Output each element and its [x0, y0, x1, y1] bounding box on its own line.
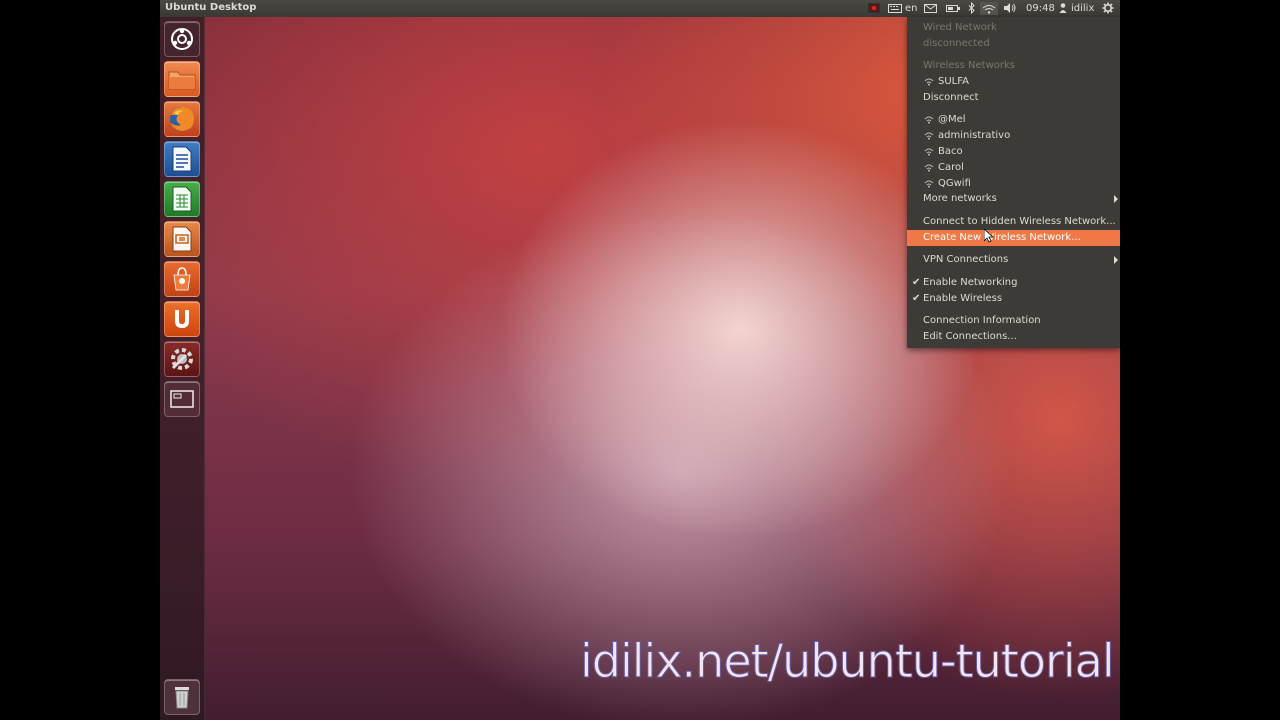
- bluetooth-icon[interactable]: [968, 2, 976, 15]
- volume-icon[interactable]: [1003, 2, 1016, 15]
- wifi-signal-icon: [924, 116, 934, 124]
- connect-hidden-network-item[interactable]: Connect to Hidden Wireless Network...: [907, 214, 1120, 230]
- dash-home-icon[interactable]: [164, 21, 200, 57]
- libreoffice-impress-icon[interactable]: [164, 221, 200, 257]
- ubuntu-one-icon[interactable]: [164, 301, 200, 337]
- more-networks-item[interactable]: More networks: [907, 191, 1120, 207]
- workspace-switcher-icon[interactable]: [164, 381, 200, 417]
- mail-icon[interactable]: [924, 2, 937, 15]
- wifi-signal-icon: [924, 132, 934, 140]
- vpn-connections-item[interactable]: VPN Connections: [907, 252, 1120, 268]
- keyboard-icon[interactable]: [888, 2, 902, 15]
- wireless-network-connected[interactable]: SULFA: [907, 74, 1120, 90]
- wireless-network-item[interactable]: administrativo: [907, 128, 1120, 144]
- keyboard-layout-indicator[interactable]: en: [905, 2, 918, 15]
- battery-icon[interactable]: [946, 2, 960, 15]
- libreoffice-calc-icon[interactable]: [164, 181, 200, 217]
- connection-information-item[interactable]: Connection Information: [907, 313, 1120, 329]
- disconnect-item[interactable]: Disconnect: [907, 90, 1120, 106]
- wifi-signal-icon: [924, 164, 934, 172]
- user-icon[interactable]: [1059, 2, 1067, 15]
- session-gear-icon[interactable]: [1102, 2, 1114, 15]
- firefox-icon[interactable]: [164, 101, 200, 137]
- network-menu: Wired Network disconnected Wireless Netw…: [907, 17, 1120, 348]
- wireless-network-item[interactable]: Carol: [907, 160, 1120, 176]
- trash-icon[interactable]: [164, 679, 200, 715]
- wireless-networks-header: Wireless Networks: [923, 60, 1015, 71]
- submenu-arrow-icon: [1114, 195, 1118, 203]
- wired-network-status: disconnected: [923, 38, 990, 49]
- enable-wireless-item[interactable]: ✔ Enable Wireless: [907, 291, 1120, 307]
- recording-icon[interactable]: [868, 2, 880, 15]
- wifi-signal-icon: [924, 148, 934, 156]
- wifi-signal-icon: [924, 180, 934, 188]
- window-title: Ubuntu Desktop: [165, 2, 257, 13]
- launcher: [160, 17, 205, 720]
- user-name[interactable]: idilix: [1071, 2, 1094, 15]
- top-panel: Ubuntu Desktop en 09:48 idilix: [160, 0, 1120, 17]
- wireless-network-item[interactable]: Baco: [907, 144, 1120, 160]
- wifi-signal-icon: [924, 78, 934, 86]
- clock[interactable]: 09:48: [1026, 2, 1055, 15]
- enable-networking-item[interactable]: ✔ Enable Networking: [907, 275, 1120, 291]
- wireless-network-item[interactable]: QGwifi: [907, 176, 1120, 192]
- wired-network-header: Wired Network: [923, 22, 997, 33]
- edit-connections-item[interactable]: Edit Connections...: [907, 329, 1120, 345]
- checkmark-icon: ✔: [912, 277, 921, 288]
- watermark-text: idilix.net/ubuntu-tutorial: [580, 634, 1116, 689]
- checkmark-icon: ✔: [912, 293, 921, 304]
- create-new-network-item[interactable]: Create New Wireless Network...: [907, 230, 1120, 246]
- network-indicator-icon[interactable]: [980, 2, 998, 15]
- home-folder-icon[interactable]: [164, 61, 200, 97]
- system-settings-icon[interactable]: [164, 341, 200, 377]
- libreoffice-writer-icon[interactable]: [164, 141, 200, 177]
- desktop[interactable]: Ubuntu Desktop en 09:48 idilix Wired Net…: [160, 0, 1120, 720]
- submenu-arrow-icon: [1114, 256, 1118, 264]
- mouse-cursor-icon: [984, 229, 994, 243]
- ubuntu-software-center-icon[interactable]: [164, 261, 200, 297]
- wireless-network-item[interactable]: @Mel: [907, 112, 1120, 128]
